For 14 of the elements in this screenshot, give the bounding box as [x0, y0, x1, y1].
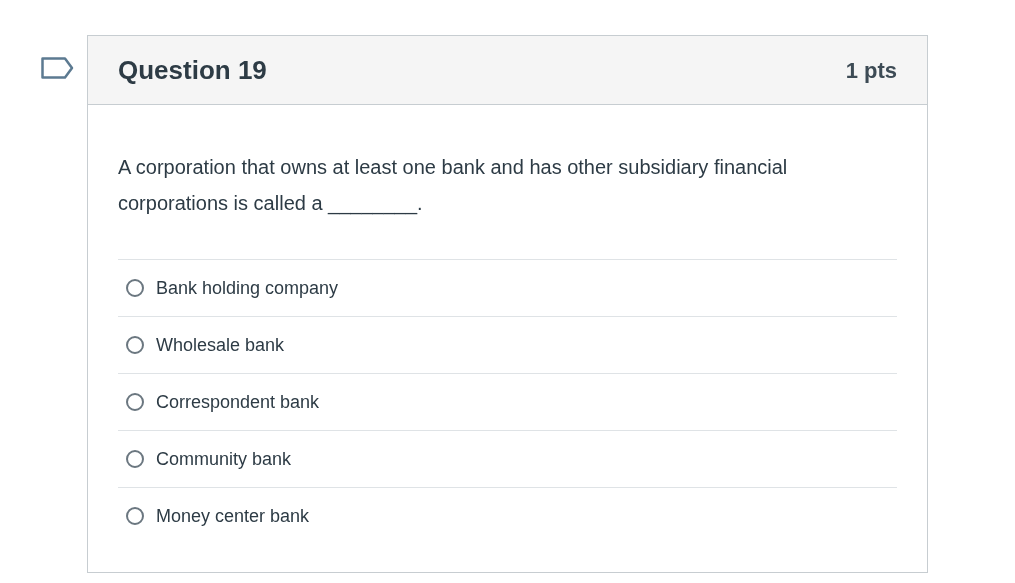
- radio-button[interactable]: [126, 279, 144, 297]
- question-text: A corporation that owns at least one bank and has other subsidiary financial corporations is called a ________.: [118, 155, 789, 217]
- radio-button[interactable]: [126, 507, 144, 525]
- answer-option[interactable]: Community bank: [118, 430, 897, 487]
- answer-option[interactable]: Wholesale bank: [118, 316, 897, 373]
- radio-button[interactable]: [126, 450, 144, 468]
- answer-option[interactable]: Bank holding company: [118, 259, 897, 316]
- points-label: 1 pts: [845, 56, 897, 85]
- question-title: Question 19: [118, 53, 267, 87]
- radio-button[interactable]: [126, 393, 144, 411]
- answer-option[interactable]: Correspondent bank: [118, 373, 897, 430]
- flag-icon[interactable]: [41, 57, 74, 79]
- radio-button[interactable]: [126, 336, 144, 354]
- answer-option[interactable]: Money center bank: [118, 487, 897, 544]
